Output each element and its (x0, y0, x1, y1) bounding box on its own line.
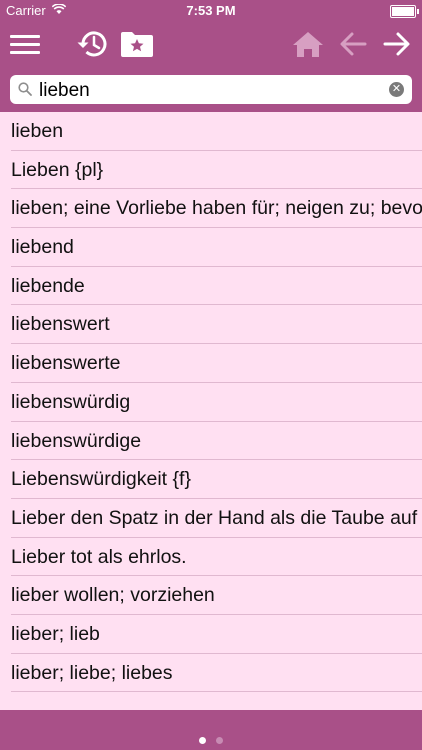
search-input[interactable] (37, 77, 381, 104)
result-row[interactable]: liebenswerte (0, 344, 422, 383)
clear-search-icon[interactable]: ✕ (389, 82, 404, 97)
result-row[interactable]: Lieben {pl} (0, 151, 422, 190)
status-bar: Carrier 7:53 PM (0, 0, 422, 22)
page-indicator-dot[interactable] (216, 737, 223, 744)
result-row[interactable]: Lieber tot als ehrlos. (0, 538, 422, 577)
result-row[interactable]: liebenswürdige (0, 422, 422, 461)
result-row[interactable]: liebenswürdig (0, 383, 422, 422)
page-indicator-dot-active[interactable] (199, 737, 206, 744)
result-row[interactable]: Lieber den Spatz in der Hand als die Tau… (0, 499, 422, 538)
top-bar: Carrier 7:53 PM lieben ✕ (0, 0, 422, 112)
result-row[interactable]: liebende (0, 267, 422, 306)
result-row[interactable]: liebenswert (0, 305, 422, 344)
search-icon (18, 82, 32, 96)
result-list: lieben Lieben {pl} lieben; eine Vorliebe h… (0, 112, 422, 710)
result-row[interactable]: liebend (0, 228, 422, 267)
bottom-bar (0, 710, 422, 750)
result-row[interactable]: lieber; lieb (0, 615, 422, 654)
result-row[interactable]: lieben (0, 112, 422, 151)
result-row[interactable]: lieben; eine Vorliebe haben für; neigen … (0, 189, 422, 228)
home-icon[interactable] (292, 28, 324, 60)
result-row[interactable]: lieber; liebe; liebes (0, 654, 422, 693)
result-row[interactable]: Liebenswürdigkeit {f} (0, 460, 422, 499)
history-clock-icon[interactable] (75, 28, 107, 60)
search-bar: ✕ (10, 75, 412, 104)
result-row[interactable]: lieber wollen; vorziehen (0, 576, 422, 615)
battery-icon (390, 5, 419, 18)
favorites-folder-star-icon[interactable] (120, 28, 154, 60)
hamburger-menu-icon[interactable] (10, 28, 40, 60)
forward-arrow-icon[interactable] (382, 28, 412, 60)
back-arrow-icon[interactable] (338, 28, 368, 60)
status-time: 7:53 PM (186, 3, 236, 18)
